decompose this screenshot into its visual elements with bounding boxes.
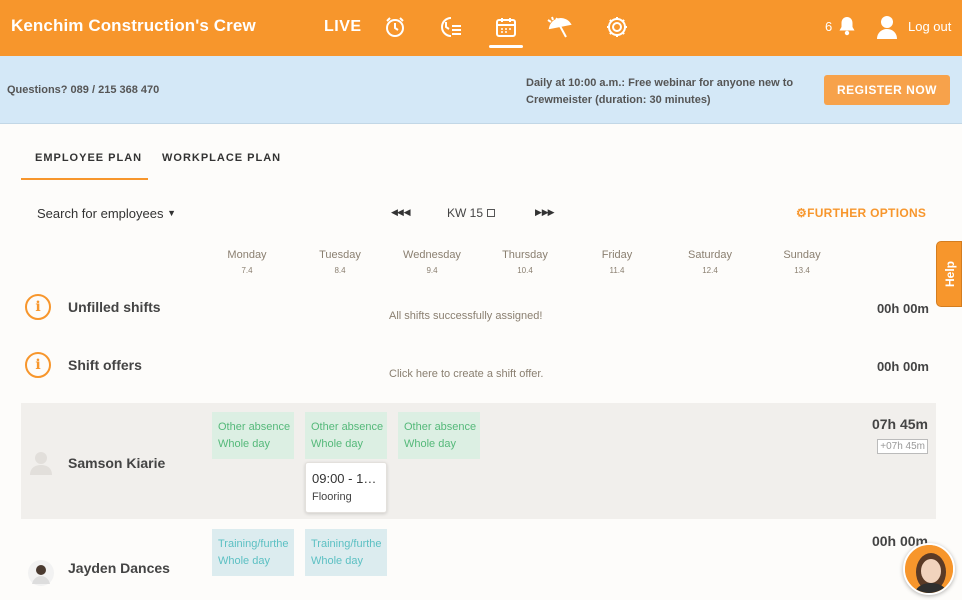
vacation-umbrella-icon[interactable] xyxy=(545,12,575,42)
bell-icon[interactable] xyxy=(838,16,856,41)
alarm-clock-icon[interactable] xyxy=(380,12,410,42)
employee-name[interactable]: Samson Kiarie xyxy=(68,455,165,471)
day-name: Saturday xyxy=(687,249,733,261)
employee-search-dropdown[interactable]: Search for employees ▼ xyxy=(37,206,176,221)
day-name: Monday xyxy=(227,249,267,261)
support-chat-avatar[interactable] xyxy=(903,543,955,595)
active-tab-indicator xyxy=(21,178,148,180)
week-selector[interactable]: KW 15 xyxy=(447,206,496,220)
shift-card[interactable]: 09:00 - 1… Flooring xyxy=(305,462,387,513)
day-name: Friday xyxy=(601,249,633,261)
register-now-button[interactable]: REGISTER NOW xyxy=(824,75,950,105)
avatar-placeholder-icon xyxy=(30,451,52,475)
employee-search-label: Search for employees xyxy=(37,206,164,221)
avatar xyxy=(28,560,54,586)
caret-down-icon: ▼ xyxy=(167,208,176,218)
shift-time: 09:00 - 1… xyxy=(312,471,377,486)
day-header-monday: Monday 7.4 xyxy=(202,249,292,275)
day-name: Wednesday xyxy=(403,249,461,261)
day-name: Thursday xyxy=(502,249,548,261)
week-label: KW 15 xyxy=(447,206,484,220)
day-date: 12.4 xyxy=(702,266,718,275)
logout-link[interactable]: Log out xyxy=(908,19,951,34)
day-date: 13.4 xyxy=(794,266,810,275)
support-phone: Questions? 089 / 215 368 470 xyxy=(7,84,160,96)
absence-type: Training/furthe xyxy=(218,538,289,550)
day-date: 9.4 xyxy=(426,266,438,275)
tab-workplace-plan[interactable]: WORKPLACE PLAN xyxy=(162,152,281,164)
calendar-icon[interactable] xyxy=(491,12,521,42)
overtime-badge: +07h 45m xyxy=(877,439,928,454)
absence-cell[interactable]: Other absence Whole day xyxy=(212,412,294,459)
help-tab[interactable]: Help xyxy=(936,241,962,307)
further-options-label: FURTHER OPTIONS xyxy=(807,206,927,220)
absence-type: Other absence xyxy=(404,421,477,433)
time-list-icon[interactable] xyxy=(435,12,465,42)
unfilled-shifts-message: All shifts successfully assigned! xyxy=(389,310,543,322)
day-name: Tuesday xyxy=(319,249,361,261)
absence-type: Other absence xyxy=(218,421,291,433)
day-header-sunday: Sunday 13.4 xyxy=(757,249,847,275)
day-date: 10.4 xyxy=(517,266,533,275)
training-cell[interactable]: Training/furthe Whole day xyxy=(305,529,387,576)
absence-duration: Whole day xyxy=(218,438,270,450)
absence-duration: Whole day xyxy=(218,555,270,567)
top-navigation-bar: Kenchim Construction's Crew LIVE 6 Log o… xyxy=(0,0,962,56)
gear-icon[interactable] xyxy=(602,12,632,42)
shift-workplace: Flooring xyxy=(312,491,352,503)
absence-type: Other absence xyxy=(311,421,384,433)
create-shift-offer-link[interactable]: Click here to create a shift offer. xyxy=(389,368,543,380)
day-header-friday: Friday 11.4 xyxy=(572,249,662,275)
absence-duration: Whole day xyxy=(404,438,456,450)
day-header-thursday: Thursday 10.4 xyxy=(480,249,570,275)
further-options-button[interactable]: ⚙FURTHER OPTIONS xyxy=(796,206,926,220)
calendar-small-icon xyxy=(487,209,496,217)
absence-cell[interactable]: Other absence Whole day xyxy=(305,412,387,459)
day-date: 7.4 xyxy=(241,266,253,275)
shift-offers-label: Shift offers xyxy=(68,357,142,373)
company-name[interactable]: Kenchim Construction's Crew xyxy=(11,16,256,36)
gear-small-icon: ⚙ xyxy=(796,206,808,220)
employee-hours: 07h 45m xyxy=(871,416,928,432)
nav-live[interactable]: LIVE xyxy=(324,18,362,36)
webinar-notice: Daily at 10:00 a.m.: Free webinar for an… xyxy=(526,77,794,106)
employee-row: Samson Kiarie Other absence Whole day Ot… xyxy=(21,403,936,519)
training-cell[interactable]: Training/furthe Whole day xyxy=(212,529,294,576)
day-name: Sunday xyxy=(783,249,821,261)
day-header-wednesday: Wednesday 9.4 xyxy=(387,249,477,275)
help-label: Help xyxy=(943,261,957,288)
info-icon: i xyxy=(25,294,51,320)
previous-week-button[interactable]: ◀◀ ◀ xyxy=(391,207,411,218)
absence-cell[interactable]: Other absence Whole day xyxy=(398,412,480,459)
day-header-tuesday: Tuesday 8.4 xyxy=(295,249,385,275)
unfilled-shifts-hours: 00h 00m xyxy=(876,301,929,316)
absence-duration: Whole day xyxy=(311,555,363,567)
info-banner: Questions? 089 / 215 368 470 Daily at 10… xyxy=(0,56,962,124)
employee-name[interactable]: Jayden Dances xyxy=(68,560,170,576)
unfilled-shifts-label: Unfilled shifts xyxy=(68,299,161,315)
next-week-button[interactable]: ▶ ▶▶ xyxy=(535,207,555,218)
active-nav-indicator xyxy=(489,45,523,48)
info-icon: i xyxy=(25,352,51,378)
day-header-saturday: Saturday 12.4 xyxy=(665,249,755,275)
user-avatar-icon[interactable] xyxy=(876,14,898,45)
absence-type: Training/furthe xyxy=(311,538,382,550)
absence-duration: Whole day xyxy=(311,438,363,450)
day-date: 8.4 xyxy=(334,266,346,275)
day-date: 11.4 xyxy=(609,266,625,275)
shift-offers-hours: 00h 00m xyxy=(876,359,929,374)
employee-row: Jayden Dances Training/furthe Whole day … xyxy=(21,520,936,600)
notification-count[interactable]: 6 xyxy=(825,19,832,34)
tab-employee-plan[interactable]: EMPLOYEE PLAN xyxy=(35,152,142,164)
